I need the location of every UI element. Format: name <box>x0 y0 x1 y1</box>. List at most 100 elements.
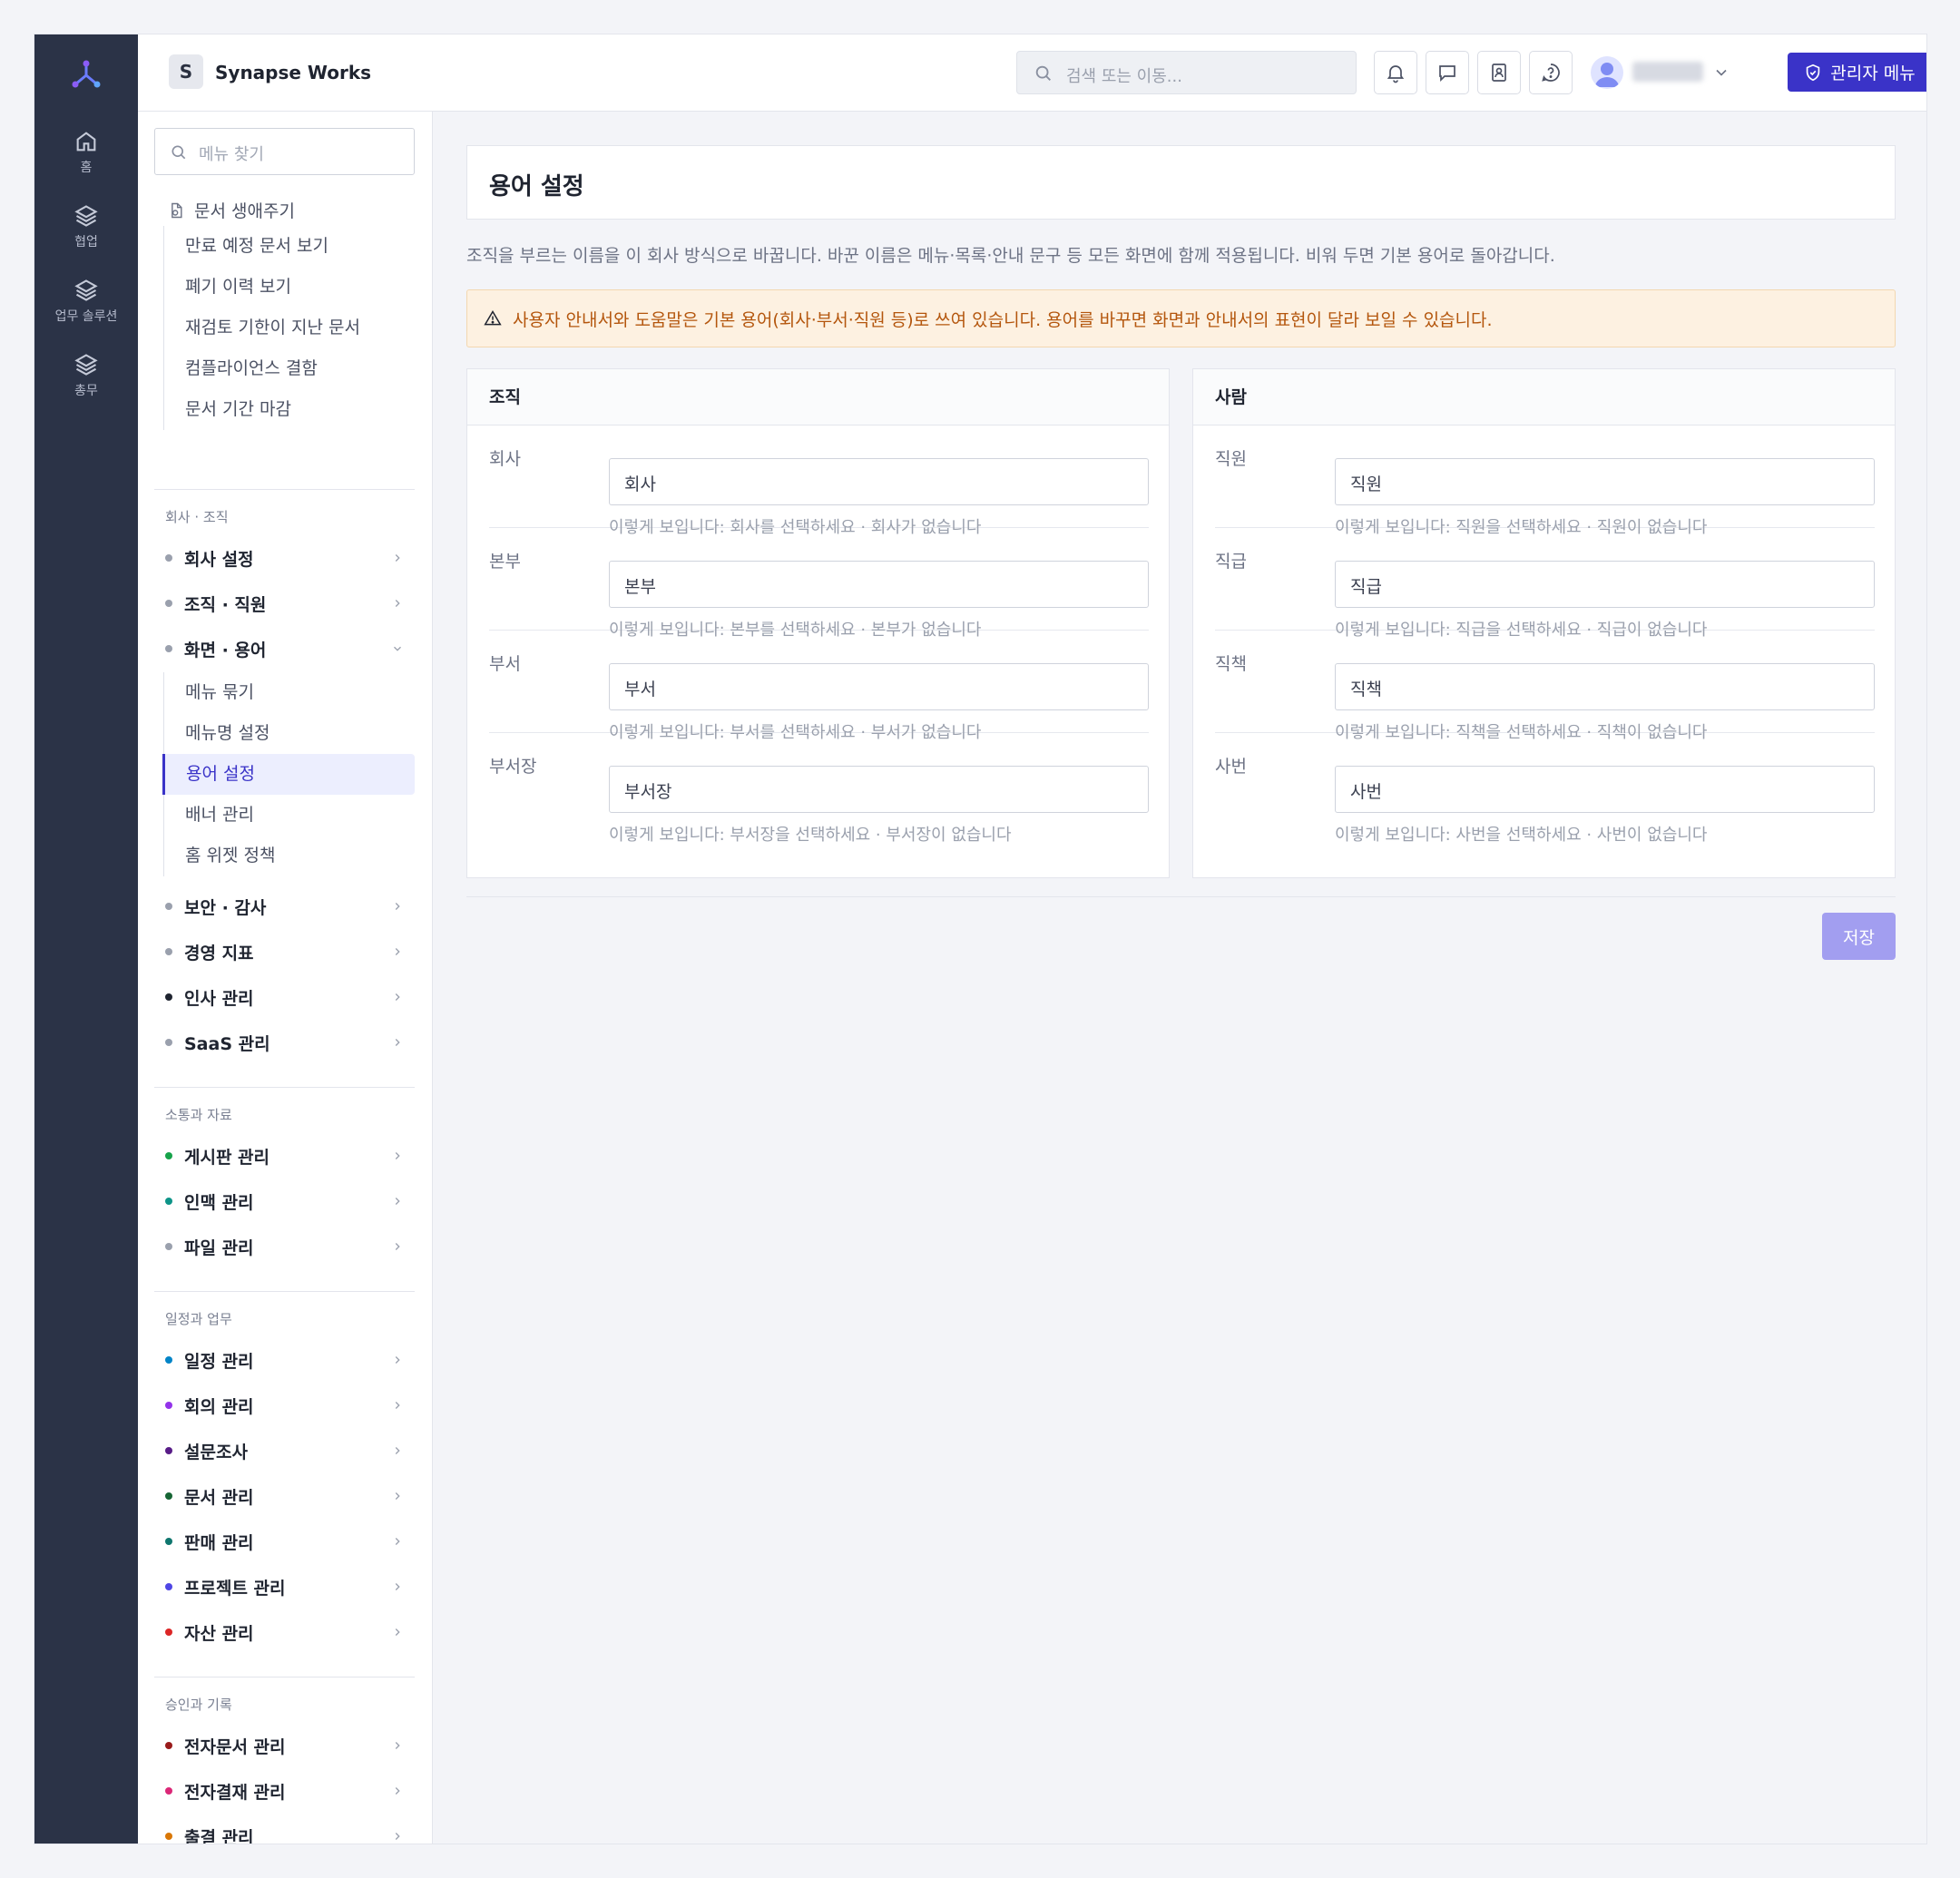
sidebar-item-meeting[interactable]: 회의 관리 <box>163 1385 415 1425</box>
term-label: 직원 <box>1215 449 1247 469</box>
rail-item-label: 협업 <box>74 235 98 249</box>
status-dot <box>165 1447 172 1454</box>
sidebar-item-company-settings[interactable]: 회사 설정 <box>163 538 415 578</box>
term-row: 직원 직원 이렇게 보입니다: 직원을 선택하세요 · 직원이 없습니다 <box>1215 425 1875 537</box>
sidebar-subitem[interactable]: 메뉴 묶기 <box>164 672 415 713</box>
term-input[interactable]: 직원 <box>1335 458 1875 505</box>
term-input-value: 직급 <box>1350 577 1382 597</box>
sidebar-item-screen-terms[interactable]: 화면 · 용어 <box>163 629 415 669</box>
messages-button[interactable] <box>1426 51 1469 94</box>
sidebar-item-security-audit[interactable]: 보안 · 감사 <box>163 886 415 926</box>
sidebar-item-saas[interactable]: SaaS 관리 <box>163 1022 415 1062</box>
sidebar-subitem[interactable]: 홈 위젯 정책 <box>164 836 415 876</box>
search-icon <box>1035 65 1051 81</box>
chevron-right-icon <box>395 1492 400 1500</box>
sidebar-divider <box>154 1087 415 1088</box>
status-dot <box>165 1039 172 1046</box>
term-row: 회사 회사 이렇게 보입니다: 회사를 선택하세요 · 회사가 없습니다 <box>489 425 1149 537</box>
sidebar-item-assets[interactable]: 자산 관리 <box>163 1612 415 1652</box>
sidebar-item-approval[interactable]: 전자결재 관리 <box>163 1771 415 1811</box>
term-input[interactable]: 본부 <box>609 561 1149 608</box>
term-input[interactable]: 회사 <box>609 458 1149 505</box>
rail-item-solutions[interactable]: 업무 솔루션 <box>34 278 138 325</box>
sidebar-item-edocs[interactable]: 전자문서 관리 <box>163 1726 415 1766</box>
page-title-card: 용어 설정 <box>466 145 1896 220</box>
org-terms-panel: 조직 회사 회사 이렇게 보입니다: 회사를 선택하세요 · 회사가 없습니다 … <box>466 368 1170 878</box>
user-name-redacted[interactable] <box>1632 62 1703 82</box>
sidebar-item-project[interactable]: 프로젝트 관리 <box>163 1567 415 1607</box>
sidebar-subitem[interactable]: 배너 관리 <box>164 795 415 836</box>
save-button[interactable]: 저장 <box>1822 913 1896 960</box>
chevron-right-icon <box>395 1447 400 1454</box>
sidebar-item-survey[interactable]: 설문조사 <box>163 1431 415 1471</box>
sidebar-group-title: 소통과 자료 <box>165 1107 232 1123</box>
search-placeholder: 검색 또는 이동... <box>1066 67 1182 86</box>
sidebar-divider <box>154 1291 415 1292</box>
workspace-badge[interactable]: S <box>169 54 203 89</box>
sidebar-item-board[interactable]: 게시판 관리 <box>163 1136 415 1176</box>
sidebar-subitem[interactable]: 문서 기간 마감 <box>164 389 415 430</box>
term-input[interactable]: 직책 <box>1335 663 1875 710</box>
sidebar-item-files[interactable]: 파일 관리 <box>163 1227 415 1267</box>
term-label: 본부 <box>489 552 521 572</box>
contact-book-icon <box>1492 64 1506 82</box>
term-input[interactable]: 부서장 <box>609 766 1149 813</box>
sidebar-item-sales[interactable]: 판매 관리 <box>163 1521 415 1561</box>
help-button[interactable] <box>1529 51 1573 94</box>
bell-icon <box>1387 65 1405 83</box>
rail-item-label: 업무 솔루션 <box>54 309 118 324</box>
sidebar-item-hr[interactable]: 인사 관리 <box>163 977 415 1017</box>
global-search-input[interactable]: 검색 또는 이동... <box>1016 51 1357 94</box>
menu-search-input[interactable]: 메뉴 찾기 <box>154 128 415 175</box>
sidebar-item-label: 판매 관리 <box>184 1532 254 1553</box>
term-label: 부서장 <box>489 757 537 777</box>
term-input[interactable]: 직급 <box>1335 561 1875 608</box>
sidebar-item-label: 프로젝트 관리 <box>184 1578 286 1599</box>
term-row: 직급 직급 이렇게 보입니다: 직급을 선택하세요 · 직급이 없습니다 <box>1215 528 1875 640</box>
people-terms-panel: 사람 직원 직원 이렇게 보입니다: 직원을 선택하세요 · 직원이 없습니다 … <box>1192 368 1896 878</box>
doc-lifecycle-header[interactable]: 문서 생애주기 <box>167 198 462 222</box>
term-row: 본부 본부 이렇게 보입니다: 본부를 선택하세요 · 본부가 없습니다 <box>489 528 1149 640</box>
contacts-button[interactable] <box>1477 51 1521 94</box>
layers-icon <box>74 279 98 301</box>
chevron-right-icon <box>395 1583 400 1590</box>
chat-icon <box>1439 65 1455 83</box>
term-input[interactable]: 부서 <box>609 663 1149 710</box>
sidebar-item-label: 조직 · 직원 <box>184 594 267 615</box>
app-logo-icon[interactable] <box>67 56 105 94</box>
rail-item-general-affairs[interactable]: 총무 <box>34 352 138 399</box>
sidebar-subitem[interactable]: 폐기 이력 보기 <box>164 267 415 308</box>
chevron-right-icon <box>395 1243 400 1250</box>
chevron-down-icon[interactable] <box>1712 64 1730 82</box>
sidebar-item-kpi[interactable]: 경영 지표 <box>163 932 415 972</box>
sidebar-subitem[interactable]: 만료 예정 문서 보기 <box>164 226 415 267</box>
document-cycle-icon <box>172 202 182 218</box>
sidebar-item-org-staff[interactable]: 조직 · 직원 <box>163 583 415 623</box>
rail-item-home[interactable]: 홈 <box>34 129 138 176</box>
chevron-right-icon <box>395 948 400 955</box>
term-input-value: 본부 <box>624 577 656 597</box>
sidebar-item-label: SaaS 관리 <box>184 1033 270 1054</box>
workspace-name[interactable]: Synapse Works <box>215 62 371 83</box>
warning-banner: 사용자 안내서와 도움말은 기본 용어(회사·부서·직원 등)로 쓰여 있습니다… <box>466 289 1896 347</box>
sidebar-subitem-active[interactable]: 용어 설정 <box>162 754 415 795</box>
term-row: 부서 부서 이렇게 보입니다: 부서를 선택하세요 · 부서가 없습니다 <box>489 631 1149 742</box>
sidebar-subitem[interactable]: 컴플라이언스 결함 <box>164 348 415 389</box>
admin-menu-button[interactable]: 관리자 메뉴 <box>1788 53 1926 92</box>
sidebar-item-network[interactable]: 인맥 관리 <box>163 1181 415 1221</box>
notifications-button[interactable] <box>1374 51 1417 94</box>
term-input-value: 사번 <box>1350 782 1382 802</box>
sidebar-item-label: 보안 · 감사 <box>184 897 267 918</box>
chevron-right-icon <box>395 903 400 910</box>
sidebar-item-label: 전자결재 관리 <box>184 1782 286 1803</box>
term-input[interactable]: 사번 <box>1335 766 1875 813</box>
rail-item-collab[interactable]: 협업 <box>34 203 138 250</box>
status-dot <box>165 993 172 1001</box>
user-avatar[interactable] <box>1591 56 1623 89</box>
sidebar-item-documents[interactable]: 문서 관리 <box>163 1476 415 1516</box>
sidebar-item-schedule[interactable]: 일정 관리 <box>163 1340 415 1380</box>
sidebar-subitem[interactable]: 메뉴명 설정 <box>164 713 415 754</box>
sidebar-subitem[interactable]: 재검토 기한이 지난 문서 <box>164 308 415 348</box>
sidebar-item-attendance[interactable]: 출결 관리 <box>163 1816 415 1844</box>
sidebar-group-title: 일정과 업무 <box>165 1311 232 1327</box>
